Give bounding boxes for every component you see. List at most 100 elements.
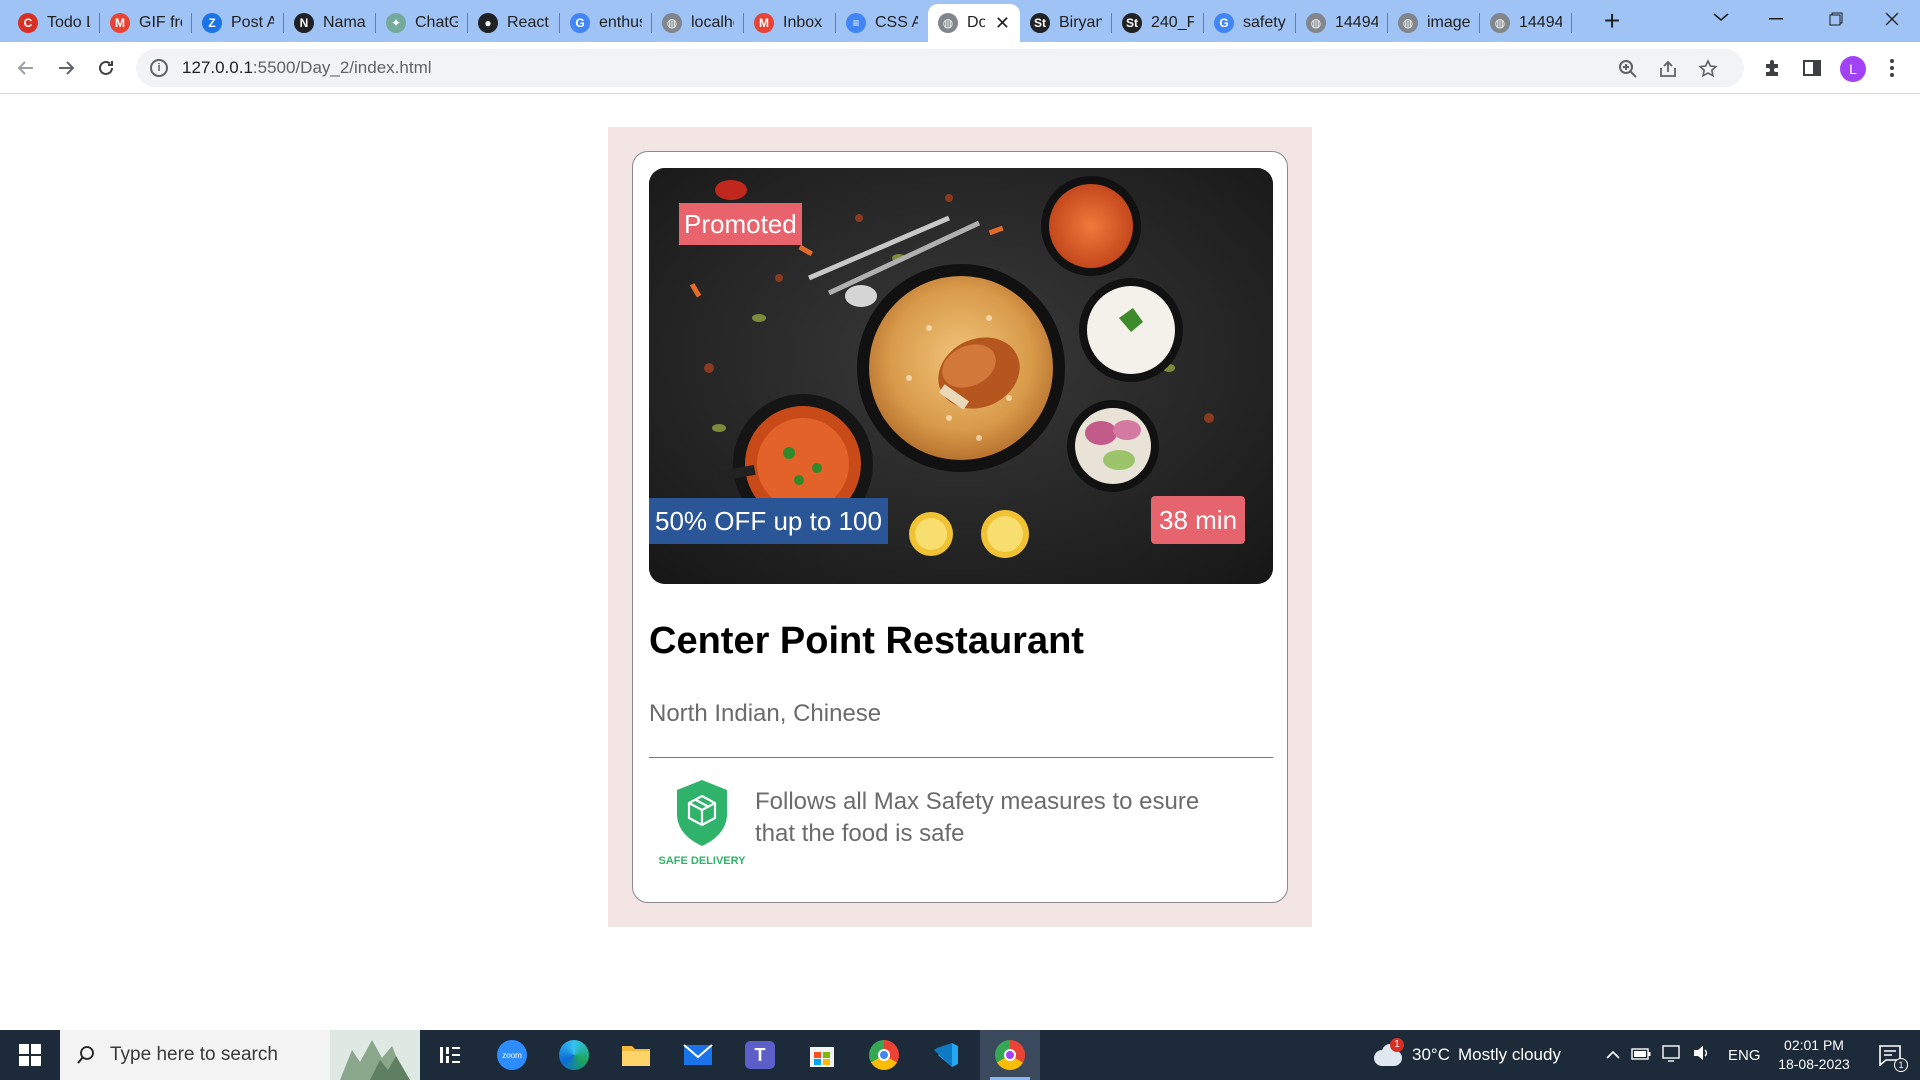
browser-tab[interactable]: ◍ localhost	[652, 4, 744, 42]
tab-title: Document	[967, 14, 985, 31]
chrome-profile-icon	[995, 1040, 1025, 1070]
browser-tab[interactable]: St Biryani	[1020, 4, 1112, 42]
folder-icon	[622, 1046, 650, 1066]
browser-tab[interactable]: ● React	[468, 4, 560, 42]
start-button[interactable]	[0, 1030, 60, 1080]
browser-tab[interactable]: ≡ CSS Art	[836, 4, 928, 42]
weather-alert-badge: 1	[1390, 1038, 1404, 1052]
restore-button[interactable]	[1806, 0, 1866, 38]
delivery-time-badge: 38 min	[1151, 496, 1246, 544]
taskbar-chrome-profile-active[interactable]	[980, 1030, 1040, 1080]
restaurant-name: Center Point Restaurant	[649, 620, 1084, 662]
globe-icon: ◍	[1490, 13, 1510, 33]
browser-tab[interactable]: Z Post A	[192, 4, 284, 42]
taskbar-clock[interactable]: 02:01 PM 18-08-2023	[1768, 1036, 1860, 1074]
windows-taskbar: Type here to search zoom T 1 30°C Mostly…	[0, 1030, 1920, 1080]
browser-tab[interactable]: N Namaste	[284, 4, 376, 42]
arrow-right-icon	[59, 61, 75, 75]
battery-icon[interactable]	[1628, 1045, 1654, 1065]
browser-tab[interactable]: ◍ Document ✕	[928, 4, 1020, 42]
tab-title: safety	[1243, 14, 1286, 31]
speaker-icon[interactable]	[1688, 1045, 1714, 1066]
tab-separator	[1571, 13, 1572, 33]
gmail-icon: M	[110, 13, 130, 33]
taskbar-mail[interactable]	[668, 1030, 728, 1080]
taskbar-edge[interactable]	[544, 1030, 604, 1080]
zoom-icon[interactable]	[1616, 57, 1640, 81]
microsoft-store-icon	[810, 1047, 834, 1067]
input-language[interactable]: ENG	[1728, 1047, 1761, 1064]
taskbar-zoom[interactable]: zoom	[482, 1030, 542, 1080]
tab-title: Inbox	[783, 14, 823, 31]
notification-center-button[interactable]: 1	[1860, 1030, 1920, 1080]
taskbar-search-box[interactable]: Type here to search	[60, 1030, 420, 1080]
browser-tab[interactable]: M GIF from	[100, 4, 192, 42]
google-icon: G	[1214, 13, 1234, 33]
new-tab-button[interactable]: +	[1596, 6, 1628, 38]
minimize-button[interactable]	[1746, 0, 1806, 38]
card-divider	[649, 757, 1273, 758]
share-icon[interactable]	[1656, 57, 1680, 81]
tab-close-icon[interactable]: ✕	[995, 13, 1010, 34]
teams-icon: T	[745, 1041, 775, 1069]
url-path: :5500/Day_2/index.html	[252, 58, 432, 77]
side-panel-icon[interactable]	[1796, 52, 1828, 84]
taskbar-teams[interactable]: T	[730, 1030, 790, 1080]
forward-button[interactable]	[50, 52, 82, 84]
tab-search-chevron-icon[interactable]	[1706, 6, 1736, 36]
zoho-icon: Z	[202, 13, 222, 33]
reload-button[interactable]	[90, 52, 122, 84]
browser-tab[interactable]: Genthusiast	[560, 4, 652, 42]
browser-tab[interactable]: ◍ 14494	[1296, 4, 1388, 42]
taskbar-file-explorer[interactable]	[606, 1030, 666, 1080]
bookmark-star-icon[interactable]	[1696, 57, 1720, 81]
weather-temperature: 30°C	[1412, 1045, 1450, 1064]
tab-title: Post A	[231, 14, 274, 31]
stackblitz-icon: St	[1030, 13, 1050, 33]
address-bar[interactable]: i 127.0.0.1:5500/Day_2/index.html	[136, 49, 1744, 87]
browser-tab[interactable]: St 240_F	[1112, 4, 1204, 42]
tab-title: 14494	[1335, 14, 1378, 31]
tab-title: Biryani	[1059, 14, 1102, 31]
weather-widget[interactable]: 1 30°C Mostly cloudy	[1372, 1030, 1561, 1080]
search-highlight-illustration	[330, 1030, 420, 1080]
back-button[interactable]	[10, 52, 42, 84]
arrow-left-icon	[17, 61, 33, 75]
docs-icon: ≡	[846, 13, 866, 33]
windows-logo-icon	[19, 1044, 41, 1066]
url-text[interactable]: 127.0.0.1:5500/Day_2/index.html	[182, 58, 432, 78]
reload-icon	[99, 60, 113, 75]
browser-tab[interactable]: ◍ 14494	[1480, 4, 1572, 42]
browser-tab[interactable]: C Todo List	[8, 4, 100, 42]
notification-count-badge: 1	[1894, 1058, 1908, 1072]
restaurant-card[interactable]: Promoted 50% OFF up to 100 38 min Center…	[632, 151, 1288, 903]
taskbar-vscode[interactable]	[916, 1030, 976, 1080]
extensions-icon[interactable]	[1756, 52, 1788, 84]
browser-tab[interactable]: ◍ image	[1388, 4, 1480, 42]
tab-title: Todo List	[47, 14, 90, 31]
tab-title: React	[507, 14, 549, 31]
browser-tab[interactable]: M Inbox	[744, 4, 836, 42]
mail-icon	[683, 1044, 713, 1065]
profile-avatar[interactable]: L	[1840, 56, 1866, 82]
display-icon[interactable]	[1658, 1044, 1684, 1067]
task-view-button[interactable]	[420, 1030, 480, 1080]
promoted-badge: Promoted	[679, 203, 802, 245]
browser-tab[interactable]: Gsafety	[1204, 4, 1296, 42]
menu-kebab-icon[interactable]	[1876, 52, 1908, 84]
taskbar-chrome[interactable]	[854, 1030, 914, 1080]
site-info-icon[interactable]: i	[150, 59, 168, 77]
search-placeholder: Type here to search	[110, 1044, 278, 1065]
browser-tab[interactable]: ✦ ChatGPT	[376, 4, 468, 42]
taskbar-store[interactable]	[792, 1030, 852, 1080]
discount-badge: 50% OFF up to 100	[649, 498, 888, 544]
close-window-button[interactable]	[1862, 0, 1920, 38]
search-icon	[77, 1046, 94, 1064]
chevron-up-icon[interactable]	[1602, 1045, 1624, 1065]
cuisine-list: North Indian, Chinese	[649, 700, 882, 727]
stackblitz-icon: St	[1122, 13, 1142, 33]
browser-toolbar: i 127.0.0.1:5500/Day_2/index.html L	[0, 42, 1920, 94]
namaste-icon: N	[294, 13, 314, 33]
system-tray: ENG	[1602, 1030, 1761, 1080]
clock-date: 18-08-2023	[1778, 1056, 1850, 1072]
